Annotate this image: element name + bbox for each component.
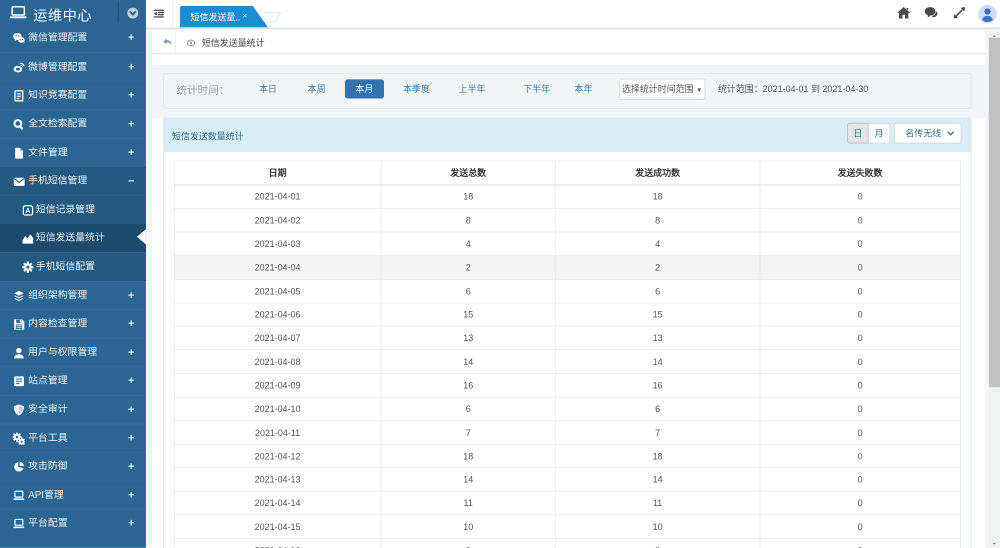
svg-text:A: A: [25, 207, 30, 215]
